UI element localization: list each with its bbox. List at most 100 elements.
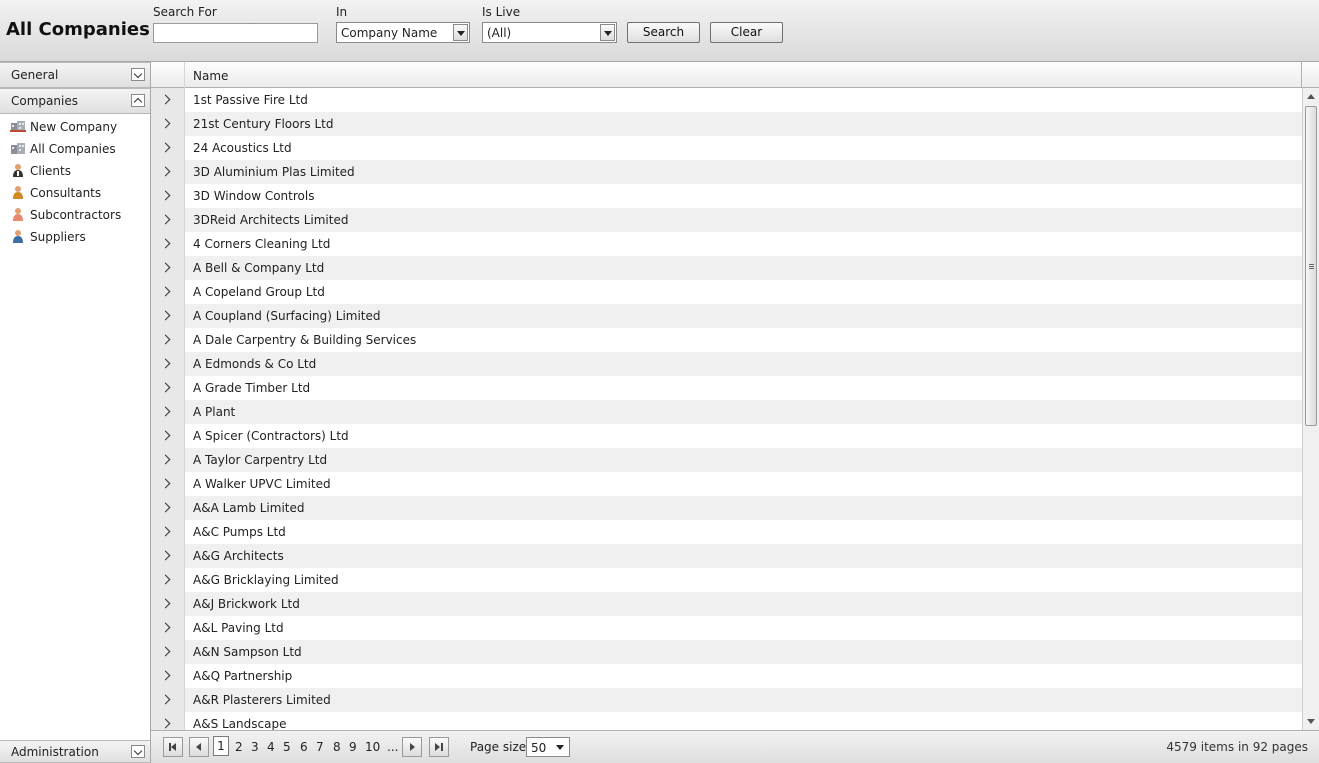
company-name-cell: A&R Plasterers Limited: [193, 693, 331, 707]
table-row[interactable]: 24 Acoustics Ltd: [151, 136, 1302, 160]
page-number-2[interactable]: 2: [235, 740, 243, 754]
sidebar-section-administration[interactable]: Administration: [0, 740, 150, 763]
table-row[interactable]: A&J Brickwork Ltd: [151, 592, 1302, 616]
row-expander[interactable]: [151, 712, 185, 730]
sidebar-item-subcontractors[interactable]: Subcontractors: [10, 205, 145, 225]
company-name-cell: A&S Landscape: [193, 717, 287, 730]
search-button[interactable]: Search: [627, 22, 700, 43]
next-page-button[interactable]: [402, 737, 422, 757]
last-page-button[interactable]: [429, 737, 449, 757]
row-expander[interactable]: [151, 376, 185, 400]
company-name-cell: A&L Paving Ltd: [193, 621, 284, 635]
row-expander[interactable]: [151, 256, 185, 280]
table-row[interactable]: A&A Lamb Limited: [151, 496, 1302, 520]
table-row[interactable]: 3DReid Architects Limited: [151, 208, 1302, 232]
chevron-right-icon: [160, 694, 171, 705]
row-expander[interactable]: [151, 112, 185, 136]
row-expander[interactable]: [151, 136, 185, 160]
chevron-down-icon[interactable]: [131, 68, 145, 81]
row-expander[interactable]: [151, 184, 185, 208]
table-row[interactable]: A Walker UPVC Limited: [151, 472, 1302, 496]
vertical-scrollbar[interactable]: [1302, 88, 1319, 730]
chevron-down-icon[interactable]: [600, 24, 615, 41]
row-expander[interactable]: [151, 664, 185, 688]
row-expander[interactable]: [151, 568, 185, 592]
table-row[interactable]: A&N Sampson Ltd: [151, 640, 1302, 664]
row-expander[interactable]: [151, 688, 185, 712]
table-row[interactable]: A Spicer (Contractors) Ltd: [151, 424, 1302, 448]
row-expander[interactable]: [151, 424, 185, 448]
row-expander[interactable]: [151, 640, 185, 664]
row-expander[interactable]: [151, 616, 185, 640]
row-expander[interactable]: [151, 352, 185, 376]
table-row[interactable]: A&G Architects: [151, 544, 1302, 568]
previous-page-button[interactable]: [189, 737, 209, 757]
row-expander[interactable]: [151, 448, 185, 472]
page-number-5[interactable]: 5: [283, 740, 291, 754]
search-input[interactable]: [153, 23, 318, 43]
column-header-name[interactable]: Name: [193, 69, 228, 83]
row-expander[interactable]: [151, 88, 185, 112]
sidebar-item-new-company[interactable]: New Company: [10, 117, 145, 137]
sidebar: General Companies New Company All Compan…: [0, 62, 151, 763]
page-number-1[interactable]: 1: [213, 736, 229, 756]
subcontractor-person-icon: [13, 208, 23, 221]
sidebar-item-clients[interactable]: Clients: [10, 161, 145, 181]
page-number-9[interactable]: 9: [349, 740, 357, 754]
sidebar-item-consultants[interactable]: Consultants: [10, 183, 145, 203]
page-number-4[interactable]: 4: [267, 740, 275, 754]
table-row[interactable]: A Taylor Carpentry Ltd: [151, 448, 1302, 472]
table-row[interactable]: A Coupland (Surfacing) Limited: [151, 304, 1302, 328]
chevron-down-icon[interactable]: [131, 745, 145, 758]
sidebar-item-suppliers[interactable]: Suppliers: [10, 227, 145, 247]
page-ellipsis[interactable]: ...: [387, 740, 398, 754]
row-expander[interactable]: [151, 592, 185, 616]
clear-button[interactable]: Clear: [710, 22, 783, 43]
page-number-8[interactable]: 8: [333, 740, 341, 754]
table-row[interactable]: A Edmonds & Co Ltd: [151, 352, 1302, 376]
row-expander[interactable]: [151, 328, 185, 352]
row-expander[interactable]: [151, 280, 185, 304]
table-row[interactable]: A Copeland Group Ltd: [151, 280, 1302, 304]
row-expander[interactable]: [151, 472, 185, 496]
in-field-select[interactable]: Company Name: [336, 22, 470, 43]
row-expander[interactable]: [151, 208, 185, 232]
is-live-select[interactable]: (All): [482, 22, 617, 43]
table-row[interactable]: 3D Aluminium Plas Limited: [151, 160, 1302, 184]
scroll-down-icon[interactable]: [1307, 719, 1315, 724]
table-row[interactable]: A&Q Partnership: [151, 664, 1302, 688]
table-row[interactable]: 21st Century Floors Ltd: [151, 112, 1302, 136]
sidebar-section-general[interactable]: General: [0, 62, 150, 88]
table-row[interactable]: A&S Landscape: [151, 712, 1302, 730]
table-row[interactable]: A Dale Carpentry & Building Services: [151, 328, 1302, 352]
row-expander[interactable]: [151, 496, 185, 520]
table-row[interactable]: A Grade Timber Ltd: [151, 376, 1302, 400]
page-number-7[interactable]: 7: [316, 740, 324, 754]
row-expander[interactable]: [151, 304, 185, 328]
table-row[interactable]: 4 Corners Cleaning Ltd: [151, 232, 1302, 256]
table-row[interactable]: A&R Plasterers Limited: [151, 688, 1302, 712]
scrollbar-thumb[interactable]: [1305, 106, 1317, 426]
row-expander[interactable]: [151, 232, 185, 256]
page-size-select[interactable]: 50: [526, 737, 570, 757]
row-expander[interactable]: [151, 520, 185, 544]
scroll-up-icon[interactable]: [1307, 94, 1315, 99]
row-expander[interactable]: [151, 544, 185, 568]
row-expander[interactable]: [151, 400, 185, 424]
sidebar-section-companies[interactable]: Companies: [0, 88, 150, 114]
first-page-button[interactable]: [163, 737, 183, 757]
page-number-3[interactable]: 3: [251, 740, 259, 754]
page-number-6[interactable]: 6: [300, 740, 308, 754]
table-row[interactable]: A&L Paving Ltd: [151, 616, 1302, 640]
table-row[interactable]: 1st Passive Fire Ltd: [151, 88, 1302, 112]
table-row[interactable]: A&C Pumps Ltd: [151, 520, 1302, 544]
chevron-down-icon[interactable]: [453, 24, 468, 41]
table-row[interactable]: A Bell & Company Ltd: [151, 256, 1302, 280]
sidebar-item-all-companies[interactable]: All Companies: [10, 139, 145, 159]
table-row[interactable]: A Plant: [151, 400, 1302, 424]
row-expander[interactable]: [151, 160, 185, 184]
page-number-10[interactable]: 10: [365, 740, 380, 754]
chevron-up-icon[interactable]: [131, 94, 145, 107]
table-row[interactable]: 3D Window Controls: [151, 184, 1302, 208]
table-row[interactable]: A&G Bricklaying Limited: [151, 568, 1302, 592]
